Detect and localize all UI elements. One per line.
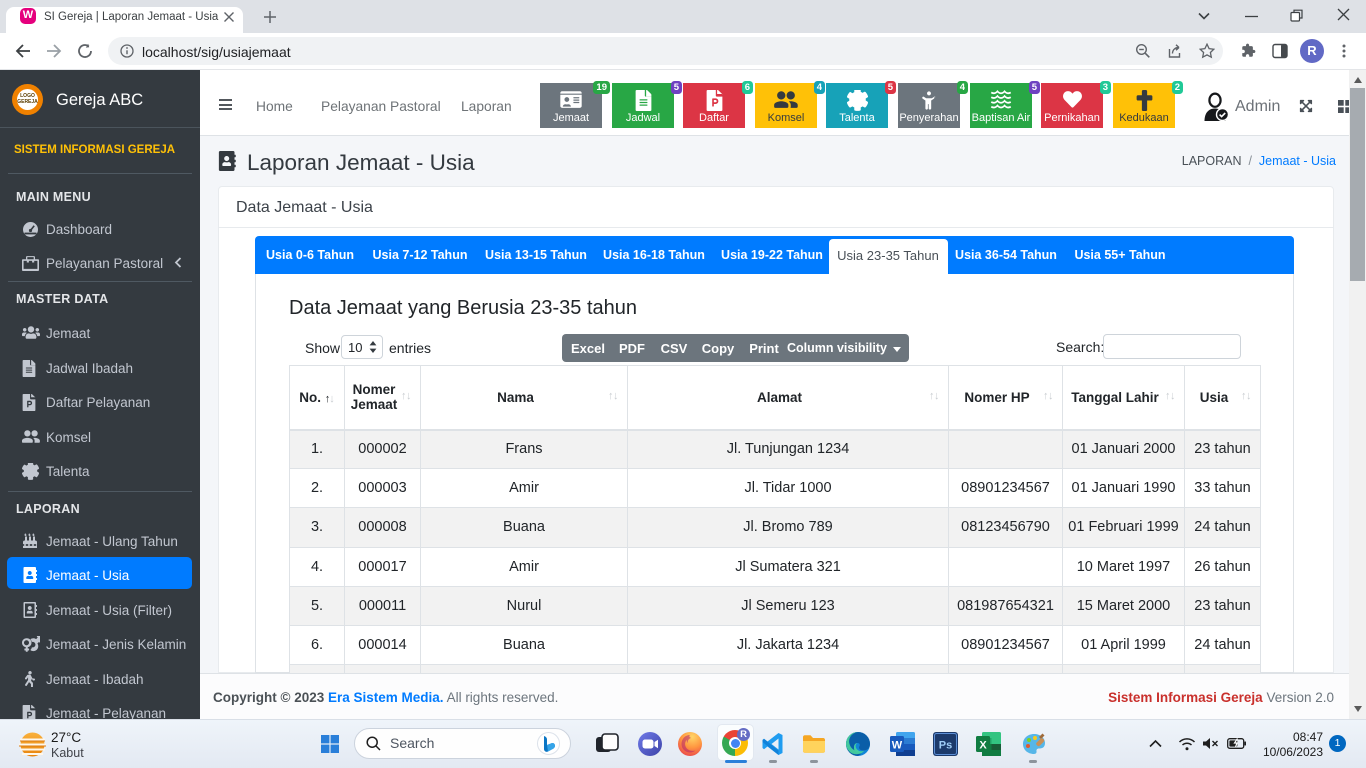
svg-text:W: W [892,740,903,752]
svg-text:Ps: Ps [939,740,952,752]
svg-text:X: X [979,740,987,752]
